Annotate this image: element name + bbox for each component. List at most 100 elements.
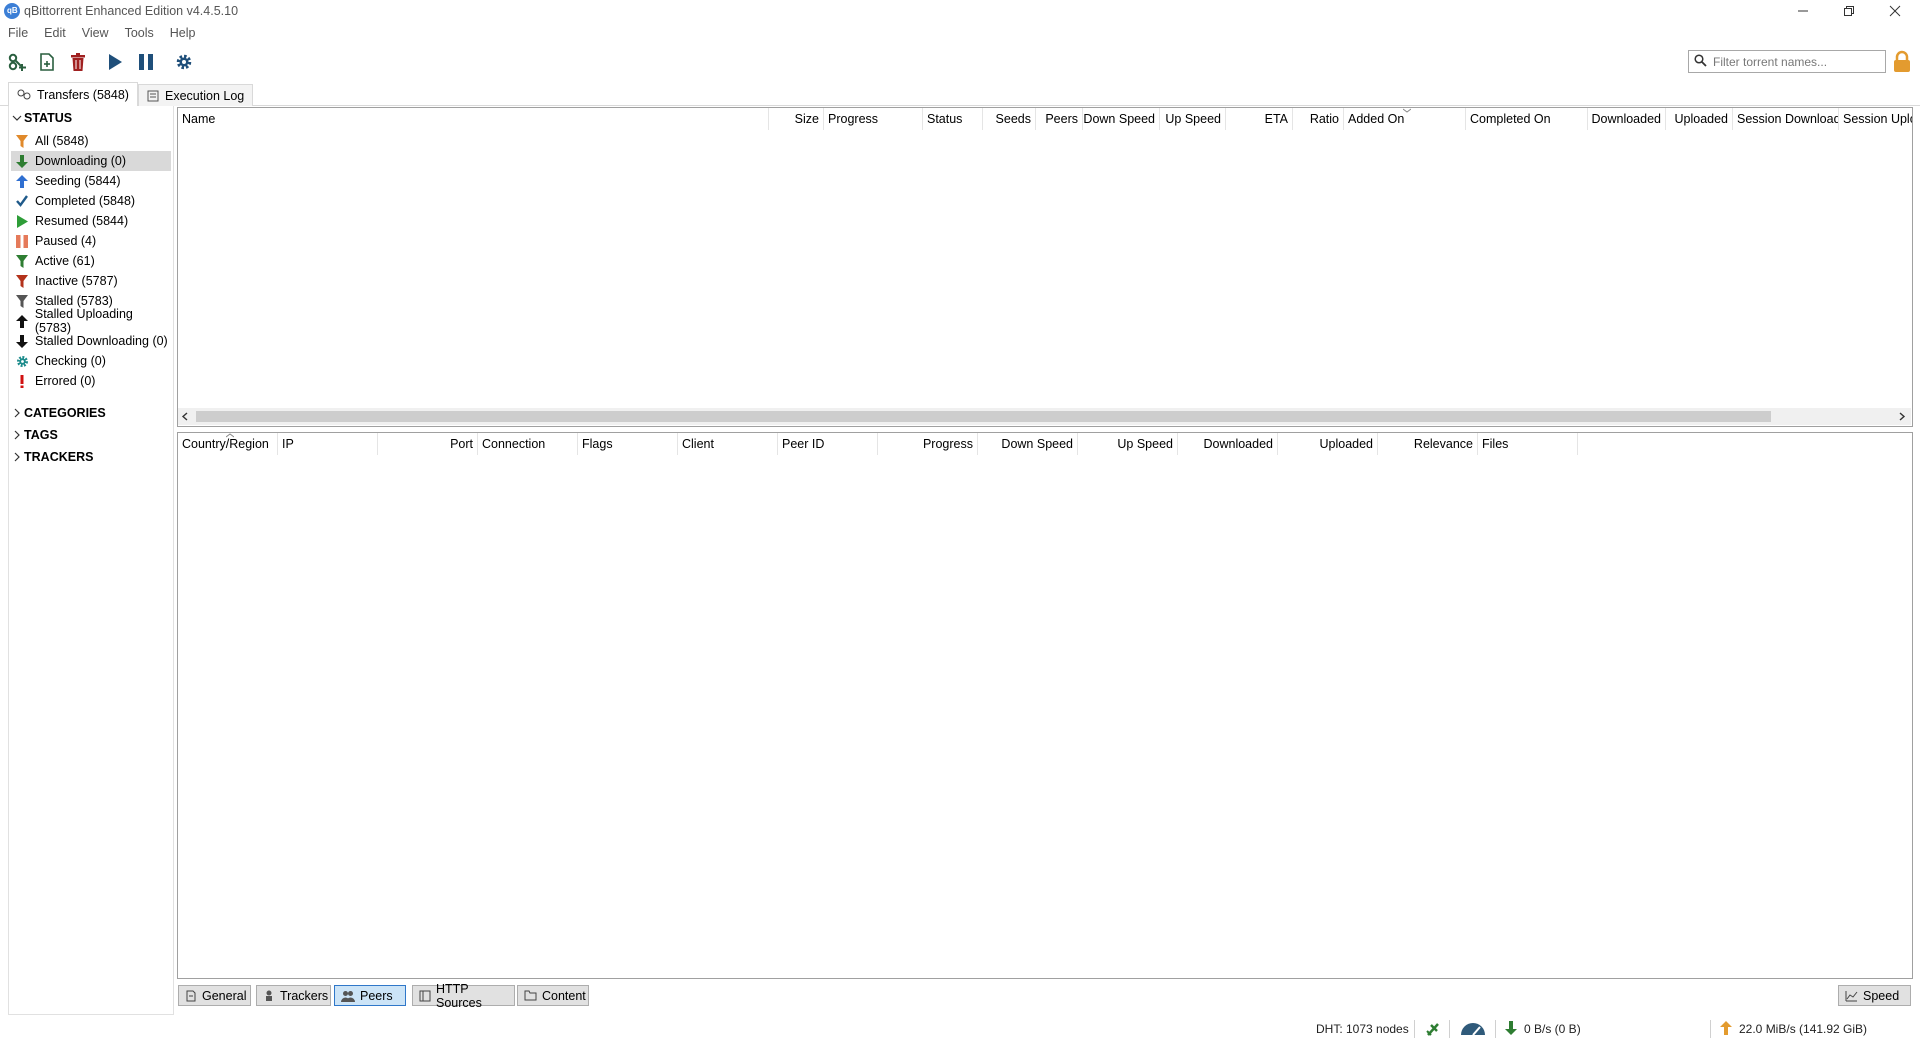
status-item-errored[interactable]: Errored (0) <box>11 371 171 391</box>
column-header-down-speed[interactable]: Down Speed <box>978 433 1078 455</box>
status-item-resumed[interactable]: Resumed (5844) <box>11 211 171 231</box>
tab-trackers[interactable]: Trackers <box>256 985 331 1006</box>
status-item-stalled-uploading[interactable]: Stalled Uploading (5783) <box>11 307 171 335</box>
delete-torrent-button[interactable] <box>65 50 91 74</box>
column-header-ratio[interactable]: Ratio <box>1293 108 1344 130</box>
horizontal-scrollbar[interactable] <box>178 408 1911 425</box>
tab-general[interactable]: General <box>178 985 251 1006</box>
resume-button[interactable] <box>102 50 128 74</box>
tags-section-header[interactable]: TAGS <box>12 428 58 442</box>
add-torrent-file-button[interactable] <box>34 50 60 74</box>
tab-trackers-label: Trackers <box>280 988 329 1003</box>
peers-table[interactable]: Country/Region IP Port Connection Flags … <box>177 432 1913 979</box>
minimize-button[interactable] <box>1780 0 1826 22</box>
filter-torrent-input[interactable] <box>1711 53 1885 71</box>
column-header-client[interactable]: Client <box>678 433 778 455</box>
column-header-uploaded[interactable]: Uploaded <box>1666 108 1733 130</box>
column-header-progress[interactable]: Progress <box>878 433 978 455</box>
menu-edit[interactable]: Edit <box>36 24 74 42</box>
column-header-downloaded[interactable]: Downloaded <box>1588 108 1666 130</box>
tab-content[interactable]: Content <box>517 985 589 1006</box>
menu-help[interactable]: Help <box>162 24 204 42</box>
pause-button[interactable] <box>133 50 159 74</box>
status-item-label: Active (61) <box>35 254 95 268</box>
status-item-all[interactable]: All (5848) <box>11 131 171 151</box>
status-item-active[interactable]: Active (61) <box>11 251 171 271</box>
column-header-progress[interactable]: Progress <box>824 108 923 130</box>
upload-speed-status[interactable]: 22.0 MiB/s (141.92 GiB) <box>1739 1022 1867 1036</box>
column-header-completed-on[interactable]: Completed On <box>1466 108 1588 130</box>
column-header-eta[interactable]: ETA <box>1226 108 1293 130</box>
column-header-status[interactable]: Status <box>923 108 983 130</box>
tab-content-label: Content <box>542 988 586 1003</box>
tab-execution-log[interactable]: Execution Log <box>138 84 254 106</box>
column-header-down-speed[interactable]: Down Speed <box>1083 108 1160 130</box>
add-file-icon <box>37 52 57 72</box>
gear-icon <box>15 354 29 368</box>
status-item-paused[interactable]: Paused (4) <box>11 231 171 251</box>
status-item-inactive[interactable]: Inactive (5787) <box>11 271 171 291</box>
add-torrent-link-button[interactable] <box>4 50 30 74</box>
column-header-size[interactable]: Size <box>769 108 824 130</box>
scroll-right-icon[interactable] <box>1898 412 1906 421</box>
pause-icon <box>15 234 29 248</box>
filter-search-box[interactable] <box>1688 50 1886 73</box>
chevron-right-icon <box>12 452 24 462</box>
column-header-session-download[interactable]: Session Download <box>1733 108 1839 130</box>
status-item-completed[interactable]: Completed (5848) <box>11 191 171 211</box>
tab-http-sources[interactable]: HTTP Sources <box>412 982 515 1010</box>
download-speed-status[interactable]: 0 B/s (0 B) <box>1524 1022 1581 1036</box>
upload-speed-icon <box>1720 1021 1732 1035</box>
status-item-checking[interactable]: Checking (0) <box>11 351 171 371</box>
options-button[interactable] <box>171 50 197 74</box>
torrent-table-header: Name Size Progress Status Seeds Peers Do… <box>178 108 1912 130</box>
status-header-label: STATUS <box>24 111 73 125</box>
column-header-ip[interactable]: IP <box>278 433 378 455</box>
status-item-label: Completed (5848) <box>35 194 136 208</box>
speed-graph-button[interactable]: Speed <box>1838 985 1911 1006</box>
trackers-header-label: TRACKERS <box>24 450 94 464</box>
column-header-session-upload[interactable]: Session Uplo <box>1839 108 1912 130</box>
column-header-files[interactable]: Files <box>1478 433 1578 455</box>
column-header-port[interactable]: Port <box>378 433 478 455</box>
column-header-name[interactable]: Name <box>178 108 769 130</box>
tab-general-label: General <box>202 988 247 1003</box>
column-header-peers[interactable]: Peers <box>1036 108 1083 130</box>
filter-icon <box>15 254 29 268</box>
status-item-downloading[interactable]: Downloading (0) <box>11 151 171 171</box>
status-item-stalled-downloading[interactable]: Stalled Downloading (0) <box>11 331 171 351</box>
close-button[interactable] <box>1872 0 1918 22</box>
exclamation-icon <box>15 374 29 388</box>
restore-button[interactable] <box>1826 0 1872 22</box>
trackers-section-header[interactable]: TRACKERS <box>12 450 93 464</box>
chevron-right-icon <box>12 408 24 418</box>
tab-transfers[interactable]: Transfers (5848) <box>8 82 138 106</box>
column-header-seeds[interactable]: Seeds <box>983 108 1036 130</box>
column-header-connection[interactable]: Connection <box>478 433 578 455</box>
status-bar <box>0 1018 1920 1040</box>
filter-icon <box>15 294 29 308</box>
column-header-relevance[interactable]: Relevance <box>1378 433 1478 455</box>
menu-file[interactable]: File <box>0 24 36 42</box>
menu-tools[interactable]: Tools <box>117 24 162 42</box>
download-speed-icon <box>1505 1021 1517 1035</box>
scroll-left-icon[interactable] <box>181 412 189 421</box>
scrollbar-thumb[interactable] <box>196 411 1771 422</box>
menu-view[interactable]: View <box>74 24 117 42</box>
column-header-up-speed[interactable]: Up Speed <box>1160 108 1226 130</box>
log-icon <box>147 90 159 102</box>
connection-status-icon[interactable] <box>1425 1021 1441 1037</box>
status-section-header[interactable]: STATUS <box>12 111 72 125</box>
http-sources-icon <box>419 990 431 1002</box>
lock-icon[interactable] <box>1892 50 1912 74</box>
column-header-uploaded[interactable]: Uploaded <box>1278 433 1378 455</box>
column-header-downloaded[interactable]: Downloaded <box>1178 433 1278 455</box>
status-item-seeding[interactable]: Seeding (5844) <box>11 171 171 191</box>
column-header-flags[interactable]: Flags <box>578 433 678 455</box>
column-header-up-speed[interactable]: Up Speed <box>1078 433 1178 455</box>
categories-section-header[interactable]: CATEGORIES <box>12 406 106 420</box>
column-header-peer-id[interactable]: Peer ID <box>778 433 878 455</box>
alternative-speed-limits-icon[interactable] <box>1460 1022 1486 1036</box>
tab-peers[interactable]: Peers <box>334 985 406 1006</box>
torrent-list-table[interactable]: Name Size Progress Status Seeds Peers Do… <box>177 107 1913 427</box>
